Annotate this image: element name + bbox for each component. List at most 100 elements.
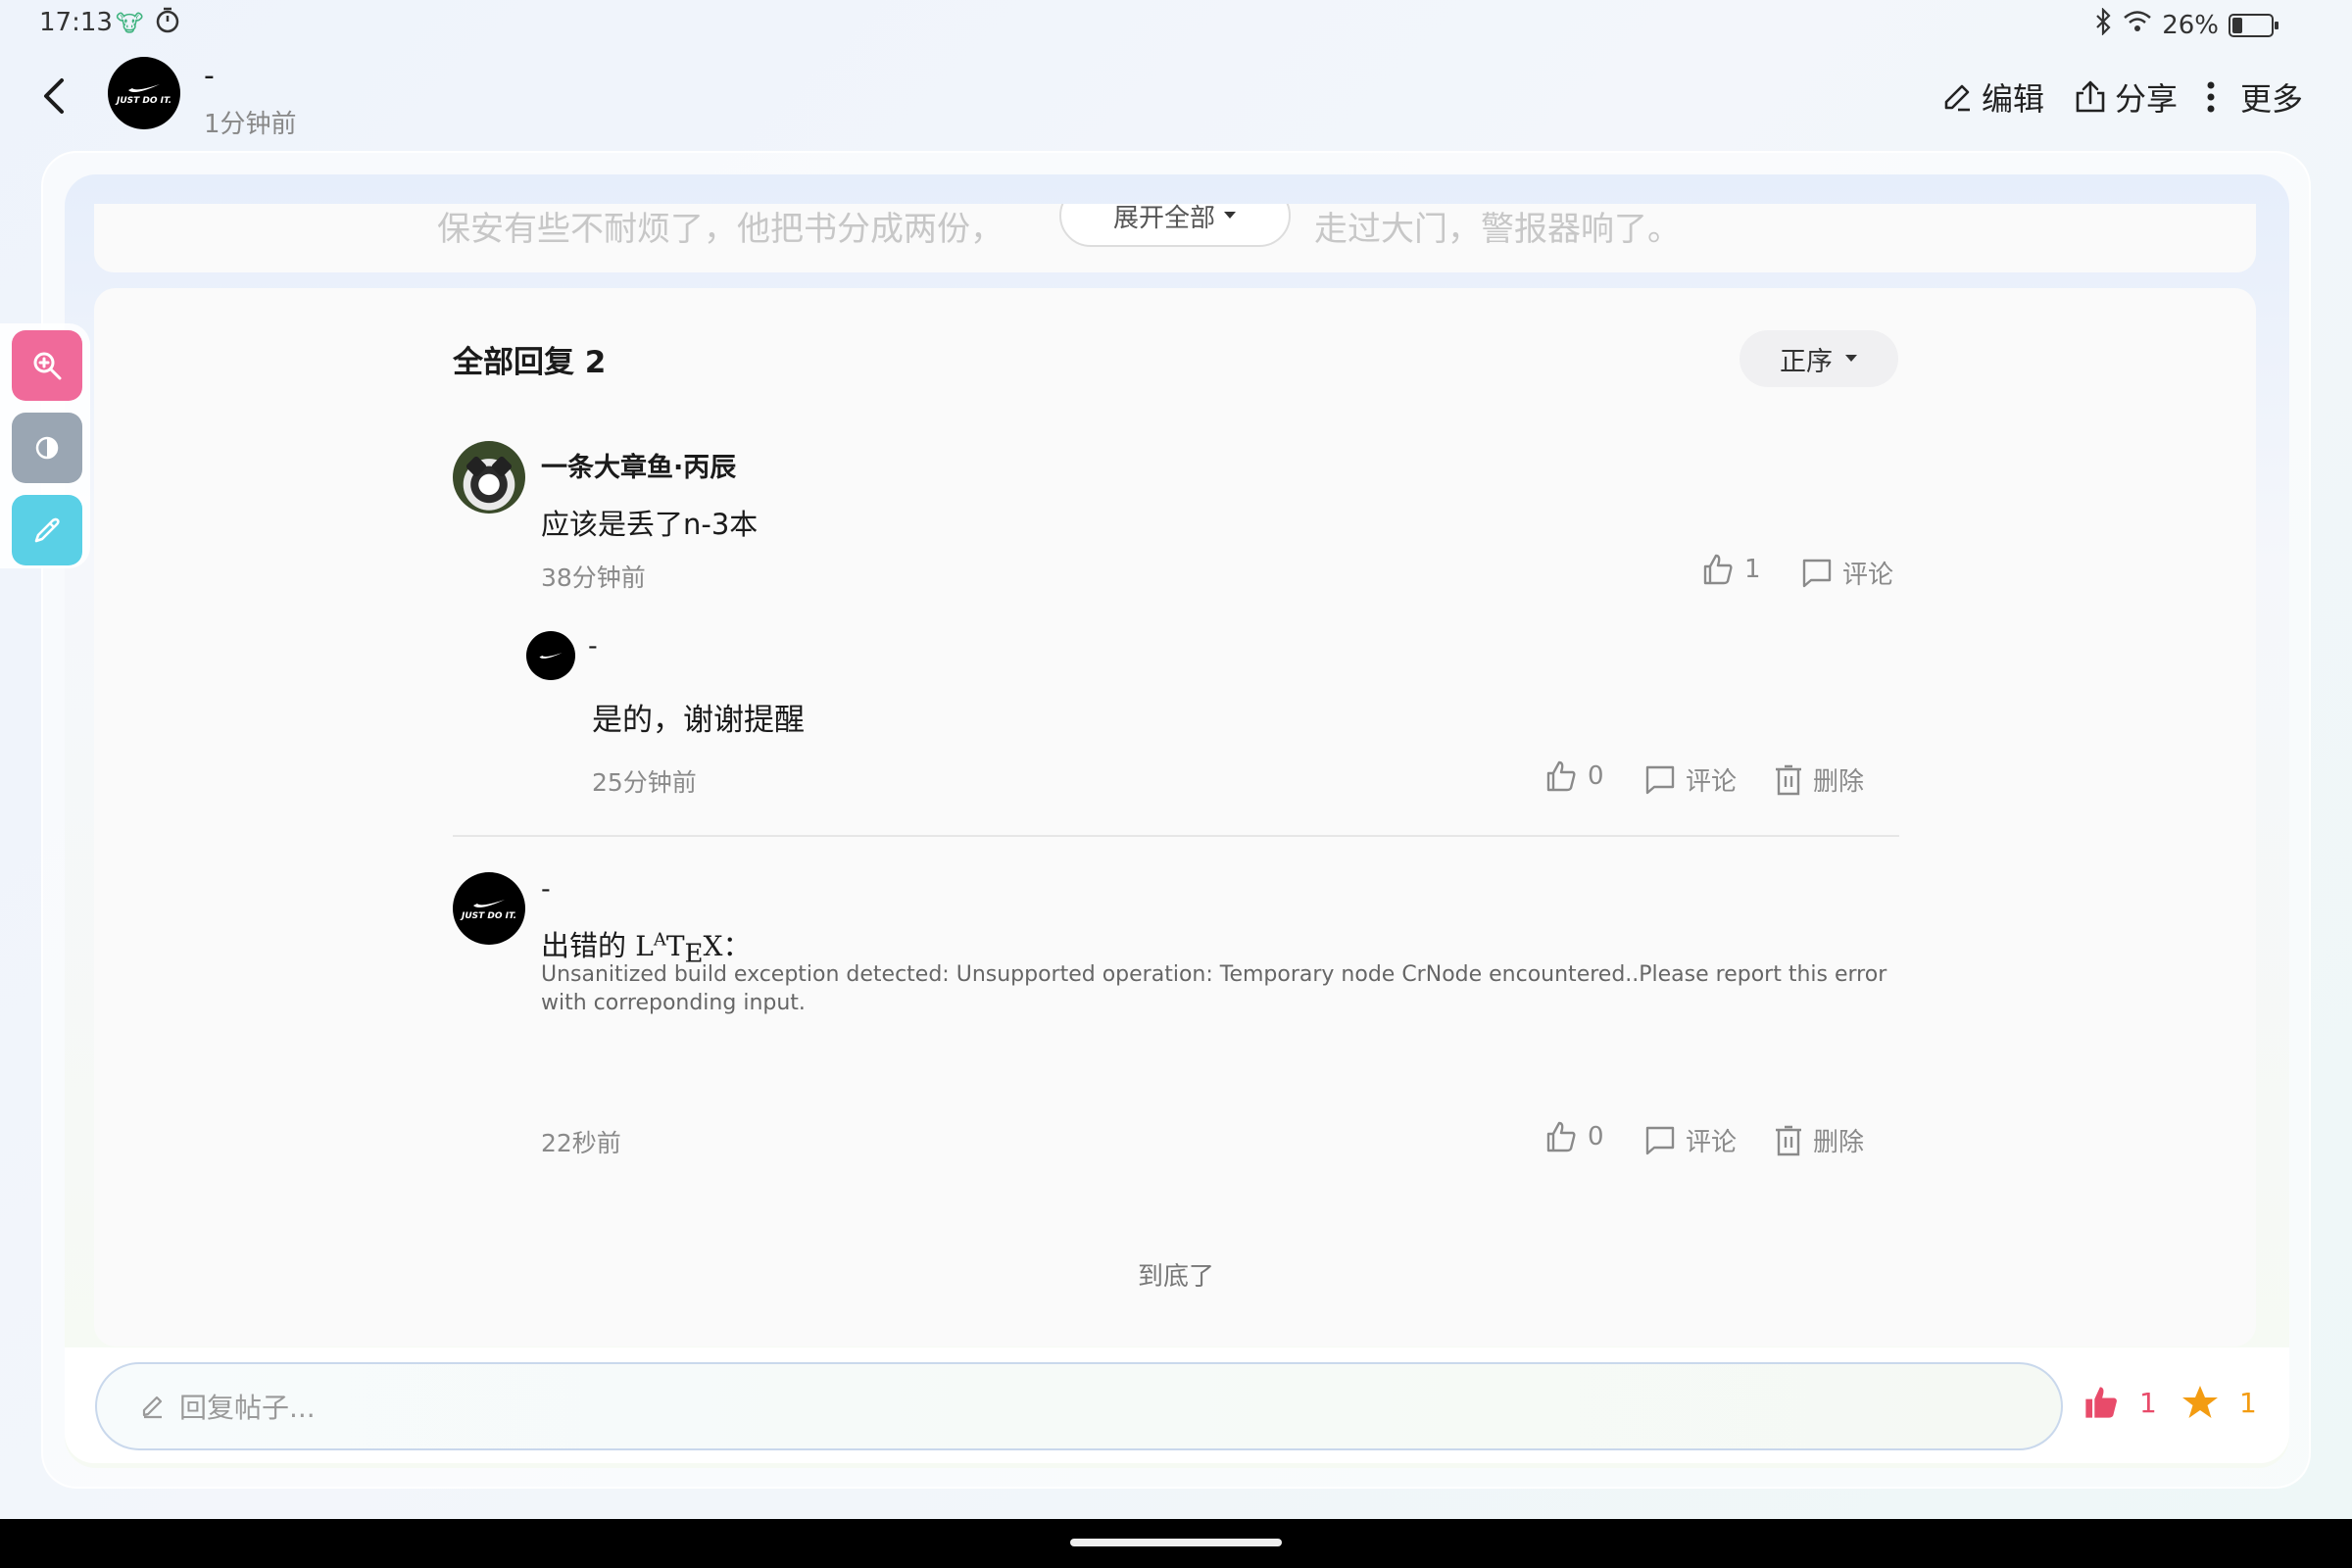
- comment-icon: [1802, 559, 1832, 587]
- replies-title: 全部回复 2: [453, 345, 607, 380]
- thumbs-up-filled-icon: [2085, 1387, 2117, 1418]
- post-time: 1分钟前: [204, 110, 297, 139]
- eyedropper-icon: [34, 517, 60, 543]
- delete-label: 删除: [1813, 1128, 1865, 1157]
- post-favorite-count: 1: [2239, 1386, 2257, 1419]
- more-dots-icon: [2207, 81, 2215, 113]
- zoom-tool-button[interactable]: [12, 330, 82, 401]
- battery-icon: [2229, 13, 2278, 37]
- wifi-icon: [2123, 10, 2152, 40]
- post-body-text-left: 保安有些不耐烦了，他把书分成两份，: [437, 210, 1004, 249]
- trash-icon: [1776, 1125, 1801, 1155]
- status-bar: 17:13 🐮 26%: [0, 0, 2352, 49]
- status-right: 26%: [2093, 7, 2278, 42]
- thumbs-up-icon: [1546, 760, 1576, 792]
- edit-label: 编辑: [1981, 80, 2044, 118]
- timer-icon: [155, 6, 180, 40]
- reply-time: 22秒前: [541, 1129, 621, 1157]
- bluetooth-icon: [2093, 7, 2113, 42]
- back-button[interactable]: [29, 69, 78, 123]
- swoosh-logo-icon: [127, 83, 160, 92]
- comment-button[interactable]: 评论: [1644, 761, 1737, 798]
- author-name[interactable]: -: [204, 59, 215, 93]
- reply-time: 38分钟前: [541, 564, 646, 592]
- latex-error-message: Unsanitized build exception detected: Un…: [541, 962, 1887, 1015]
- post-header: JUST DO IT. - 1分钟前 编辑 分享 更多: [0, 49, 2352, 147]
- like-count: 1: [1744, 555, 1761, 584]
- avatar-logo-text: JUST DO IT.: [116, 95, 172, 106]
- share-button[interactable]: 分享: [2074, 74, 2178, 120]
- comment-icon: [1645, 1126, 1675, 1154]
- author-avatar[interactable]: JUST DO IT.: [108, 57, 180, 129]
- post-favorite-button[interactable]: 1: [2180, 1384, 2257, 1421]
- more-button[interactable]: 更多: [2207, 74, 2303, 120]
- app-notification-icon: 🐮: [116, 10, 144, 37]
- delete-label: 删除: [1813, 767, 1865, 797]
- latex-error-suffix: ：: [722, 929, 752, 962]
- post-body-card: 保安有些不耐烦了，他把书分成两份， 展开全部 走过大门，警报器响了。: [94, 204, 2256, 272]
- swoosh-logo-icon: [539, 653, 563, 659]
- reply-avatar[interactable]: JUST DO IT.: [453, 872, 525, 945]
- reply-input-placeholder: 回复帖子...: [179, 1392, 316, 1424]
- contrast-icon: [35, 436, 59, 460]
- contrast-tool-button[interactable]: [12, 413, 82, 483]
- zoom-in-icon: [33, 352, 62, 380]
- share-icon: [2076, 80, 2105, 113]
- floating-tools-panel: [0, 323, 90, 568]
- swoosh-logo-icon: [472, 899, 505, 907]
- reply-input[interactable]: 回复帖子...: [95, 1362, 2063, 1450]
- comment-button[interactable]: 评论: [1801, 555, 1893, 591]
- expand-all-button[interactable]: 展开全部: [1059, 204, 1291, 247]
- avatar-logo-text: JUST DO IT.: [461, 910, 517, 921]
- replies-card: [94, 288, 2256, 1347]
- reply-avatar-cat[interactable]: [453, 441, 525, 514]
- reply-divider: [453, 835, 1899, 837]
- trash-icon: [1776, 764, 1801, 795]
- post-like-count: 1: [2139, 1386, 2157, 1419]
- caret-down-icon: [1845, 355, 1857, 362]
- battery-percent: 26%: [2162, 10, 2219, 40]
- reply-author-name[interactable]: -: [541, 874, 551, 905]
- status-time: 17:13: [39, 8, 113, 37]
- comment-label: 评论: [1686, 767, 1738, 797]
- header-actions: 编辑 分享 更多: [1940, 74, 2303, 120]
- sort-label: 正序: [1780, 346, 1833, 377]
- home-gesture-handle[interactable]: [1070, 1539, 1282, 1546]
- edit-icon: [1944, 84, 1970, 112]
- pencil-icon: [142, 1396, 163, 1419]
- back-arrow-icon: [44, 78, 64, 114]
- like-button[interactable]: 0: [1544, 760, 1604, 793]
- end-of-list-label: 到底了: [1137, 1262, 1214, 1292]
- like-count: 0: [1588, 1122, 1604, 1152]
- star-filled-icon: [2182, 1386, 2218, 1418]
- sub-reply-time: 25分钟前: [592, 768, 697, 797]
- latex-logo: LATEX: [635, 929, 723, 969]
- post-body-text-right: 走过大门，警报器响了。: [1314, 210, 1681, 249]
- edit-button[interactable]: 编辑: [1940, 74, 2044, 120]
- comment-label: 评论: [1842, 561, 1894, 590]
- like-button[interactable]: 1: [1701, 553, 1761, 586]
- battery-level: [2232, 17, 2242, 33]
- latex-error-prefix: 出错的: [541, 929, 627, 962]
- sub-reply-author-name[interactable]: -: [588, 631, 598, 662]
- color-picker-tool-button[interactable]: [12, 495, 82, 565]
- reply-text: 应该是丢了n-3本: [541, 508, 759, 541]
- post-like-button[interactable]: 1: [2082, 1384, 2157, 1421]
- sort-button[interactable]: 正序: [1740, 330, 1898, 387]
- expand-all-label: 展开全部: [1112, 204, 1215, 233]
- reply-author-name[interactable]: 一条大章鱼·丙辰: [541, 446, 736, 484]
- sub-reply-text: 是的，谢谢提醒: [592, 703, 805, 738]
- thumbs-up-icon: [1546, 1121, 1576, 1152]
- sub-reply-avatar[interactable]: [526, 631, 575, 680]
- like-count: 0: [1588, 761, 1604, 791]
- comment-button[interactable]: 评论: [1644, 1122, 1737, 1158]
- like-button[interactable]: 0: [1544, 1120, 1604, 1153]
- delete-button[interactable]: 删除: [1774, 761, 1864, 798]
- comment-label: 评论: [1686, 1128, 1738, 1157]
- thumbs-up-icon: [1703, 554, 1733, 585]
- caret-down-icon: [1224, 212, 1236, 219]
- more-label: 更多: [2239, 80, 2303, 118]
- comment-icon: [1645, 765, 1675, 794]
- delete-button[interactable]: 删除: [1774, 1122, 1864, 1158]
- share-label: 分享: [2114, 80, 2178, 118]
